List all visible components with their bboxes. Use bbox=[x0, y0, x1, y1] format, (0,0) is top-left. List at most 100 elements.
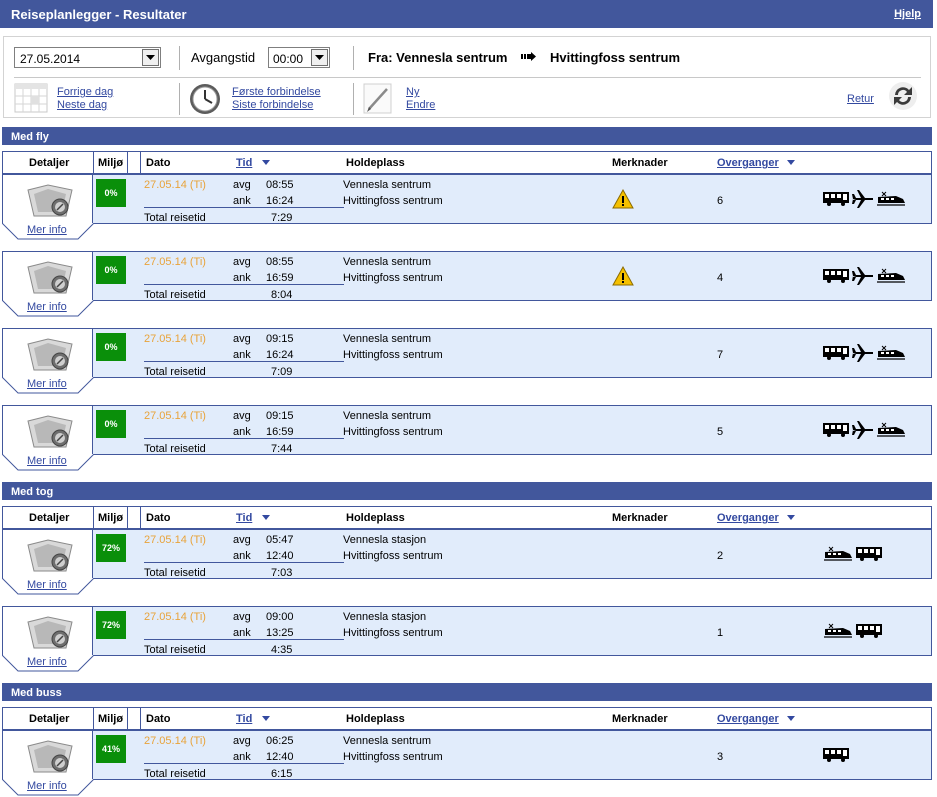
last-connection-link[interactable]: Siste forbindelse bbox=[232, 99, 313, 111]
more-info-link[interactable]: Mer info bbox=[27, 301, 67, 313]
sort-arrow-icon bbox=[262, 716, 270, 721]
divider bbox=[353, 83, 354, 115]
train-icon bbox=[877, 191, 905, 206]
arrival-time: 12:40 bbox=[266, 751, 294, 763]
plane-icon bbox=[852, 344, 873, 362]
bus-icon bbox=[823, 192, 849, 206]
col-transfers-sort[interactable]: Overganger bbox=[717, 713, 779, 725]
departure-label: avg bbox=[233, 534, 251, 546]
col-time-sort[interactable]: Tid bbox=[236, 157, 252, 169]
more-info-link[interactable]: Mer info bbox=[27, 656, 67, 668]
sort-arrow-icon bbox=[787, 160, 795, 165]
departure-time: 09:15 bbox=[266, 410, 294, 422]
app-title: Reiseplanlegger - Resultater bbox=[11, 7, 187, 22]
col-time-sort[interactable]: Tid bbox=[236, 713, 252, 725]
result-row[interactable]: 0% 27.05.14 (Ti) avg 09:15 ank 16:24 Total rei… bbox=[2, 328, 932, 378]
environment-badge: 0% bbox=[96, 410, 126, 438]
divider bbox=[127, 708, 128, 729]
map-compass-icon bbox=[27, 415, 73, 448]
prev-day-link[interactable]: Forrige dag bbox=[57, 86, 113, 98]
departure-label: avg bbox=[233, 410, 251, 422]
departure-label: avg bbox=[233, 256, 251, 268]
more-info-link[interactable]: Mer info bbox=[27, 780, 67, 792]
divider bbox=[93, 708, 94, 729]
col-remarks: Merknader bbox=[612, 512, 668, 524]
table-header: Detaljer Miljø Dato Tid Holdeplass Merknader O… bbox=[2, 707, 932, 730]
col-date: Dato bbox=[146, 512, 171, 524]
environment-badge: 0% bbox=[96, 256, 126, 284]
environment-badge: 41% bbox=[96, 735, 126, 763]
chevron-down-icon[interactable] bbox=[142, 49, 159, 66]
col-time-sort[interactable]: Tid bbox=[236, 512, 252, 524]
total-time-value: 7:44 bbox=[271, 443, 293, 455]
col-transfers-sort[interactable]: Overganger bbox=[717, 157, 779, 169]
col-stop: Holdeplass bbox=[346, 512, 405, 524]
col-details: Detaljer bbox=[29, 512, 70, 524]
col-environment: Miljø bbox=[98, 713, 124, 725]
divider bbox=[127, 507, 128, 528]
bus-icon bbox=[856, 547, 882, 561]
environment-badge: 72% bbox=[96, 534, 126, 562]
time-select[interactable]: 00:00 bbox=[268, 47, 330, 68]
edit-search-link[interactable]: Endre bbox=[406, 99, 435, 111]
section-header: Med buss bbox=[2, 683, 932, 701]
total-time-label: Total reisetid bbox=[144, 289, 206, 301]
environment-badge: 0% bbox=[96, 179, 126, 207]
arrival-time: 16:24 bbox=[266, 195, 294, 207]
col-stop: Holdeplass bbox=[346, 713, 405, 725]
divider bbox=[144, 763, 344, 764]
departure-label: avg bbox=[233, 611, 251, 623]
result-row[interactable]: 0% 27.05.14 (Ti) avg 09:15 ank 16:59 Total rei… bbox=[2, 405, 932, 455]
refresh-icon[interactable] bbox=[888, 81, 918, 111]
divider bbox=[127, 152, 128, 173]
arrival-label: ank bbox=[233, 272, 251, 284]
from-stop: Vennesla stasjon bbox=[343, 611, 427, 623]
date-value: 27.05.2014 bbox=[20, 52, 81, 66]
date-select[interactable]: 27.05.2014 bbox=[14, 47, 161, 68]
to-stop: Hvittingfoss sentrum bbox=[343, 349, 443, 361]
chevron-down-icon[interactable] bbox=[311, 49, 328, 66]
map-compass-icon bbox=[27, 740, 73, 773]
map-compass-icon bbox=[27, 338, 73, 371]
transfers-count: 6 bbox=[717, 195, 724, 207]
result-row[interactable]: 0% 27.05.14 (Ti) avg 08:55 ank 16:24 Total rei… bbox=[2, 174, 932, 224]
more-info-link[interactable]: Mer info bbox=[27, 378, 67, 390]
to-stop: Hvittingfoss sentrum bbox=[343, 195, 443, 207]
departure-time: 08:55 bbox=[266, 256, 294, 268]
arrival-label: ank bbox=[233, 550, 251, 562]
divider bbox=[179, 83, 180, 115]
total-time-label: Total reisetid bbox=[144, 567, 206, 579]
col-stop: Holdeplass bbox=[346, 157, 405, 169]
search-toolbar: 27.05.2014 Avgangstid 00:00 Fra: Vennesl… bbox=[3, 36, 931, 118]
new-search-link[interactable]: Ny bbox=[406, 86, 419, 98]
details-cell bbox=[3, 175, 93, 223]
departure-time: 09:15 bbox=[266, 333, 294, 345]
col-remarks: Merknader bbox=[612, 157, 668, 169]
result-row[interactable]: 41% 27.05.14 (Ti) avg 06:25 ank 12:40 Total re… bbox=[2, 730, 932, 780]
next-day-link[interactable]: Neste dag bbox=[57, 99, 107, 111]
help-link[interactable]: Hjelp bbox=[894, 8, 921, 20]
arrival-time: 16:24 bbox=[266, 349, 294, 361]
result-row[interactable]: 72% 27.05.14 (Ti) avg 09:00 ank 13:25 Total re… bbox=[2, 606, 932, 656]
back-link[interactable]: Retur bbox=[847, 93, 874, 105]
from-label: Fra: Vennesla sentrum bbox=[368, 50, 508, 65]
clock-icon bbox=[190, 84, 220, 114]
total-time-label: Total reisetid bbox=[144, 768, 206, 780]
total-time-value: 7:03 bbox=[271, 567, 293, 579]
bus-icon bbox=[823, 269, 849, 283]
map-compass-icon bbox=[27, 539, 73, 572]
col-transfers-sort[interactable]: Overganger bbox=[717, 512, 779, 524]
first-connection-link[interactable]: Første forbindelse bbox=[232, 86, 321, 98]
result-row[interactable]: 0% 27.05.14 (Ti) avg 08:55 ank 16:59 Total rei… bbox=[2, 251, 932, 301]
bus-icon bbox=[823, 423, 849, 437]
result-row[interactable]: 72% 27.05.14 (Ti) avg 05:47 ank 12:40 Total re… bbox=[2, 529, 932, 579]
col-date: Dato bbox=[146, 157, 171, 169]
plane-icon bbox=[852, 267, 873, 285]
more-info-link[interactable]: Mer info bbox=[27, 579, 67, 591]
departure-label: avg bbox=[233, 179, 251, 191]
more-info-link[interactable]: Mer info bbox=[27, 224, 67, 236]
plane-icon bbox=[852, 421, 873, 439]
divider bbox=[144, 639, 344, 640]
total-time-label: Total reisetid bbox=[144, 366, 206, 378]
more-info-link[interactable]: Mer info bbox=[27, 455, 67, 467]
